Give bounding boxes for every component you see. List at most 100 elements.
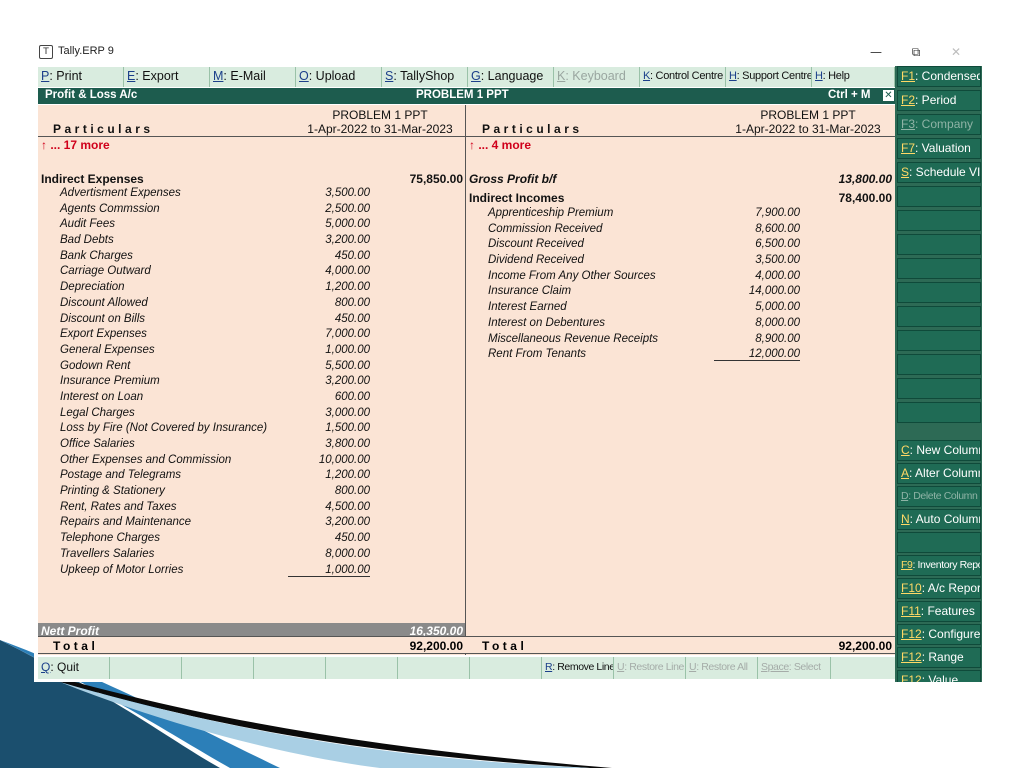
panel-f9-inventory-reports[interactable]: F9: Inventory Reports [897,555,981,576]
left-more-indicator[interactable]: ↑ ... 17 more [41,138,110,152]
panel-s-schedule-vi[interactable]: S: Schedule VI [897,162,981,183]
income-row[interactable]: Dividend Received 3,500.00 [488,254,800,270]
expense-row[interactable]: Depreciation 1,200.00 [60,281,370,297]
expense-row[interactable]: Export Expenses 7,000.00 [60,328,370,344]
panel-label: : Inventory Reports [912,559,980,571]
menu-e-mail[interactable]: M: E-Mail [210,67,296,87]
close-window-button[interactable]: ✕ [936,42,976,62]
restore-all-button[interactable]: U: Restore All [686,657,758,679]
expense-row[interactable]: Agents Commssion 2,500.00 [60,203,370,219]
right-more-indicator[interactable]: ↑ ... 4 more [469,138,531,152]
panel-shortcut-key: C [901,443,910,457]
income-row[interactable]: Commission Received 8,600.00 [488,223,800,239]
panel-shortcut-key: F10 [901,581,922,595]
menu-support-centre[interactable]: H: Support Centre [726,67,812,87]
income-row[interactable]: Interest on Debentures 8,000.00 [488,317,800,333]
expense-row[interactable]: Loss by Fire (Not Covered by Insurance) 1… [60,422,370,438]
panel-f2-period[interactable]: F2: Period [897,90,981,111]
panel-blank-8 [897,354,981,375]
expense-amount: 1,500.00 [325,422,370,435]
bottom-blank-2 [182,657,254,679]
restore-button[interactable]: ⧉ [896,42,936,62]
expense-amount: 1,200.00 [325,469,370,482]
indirect-expenses-total: 75,850.00 [409,172,463,186]
panel-f3-company[interactable]: F3: Company [897,114,981,135]
panel-blank-5 [897,282,981,303]
panel-d-delete-column[interactable]: D: Delete Column [897,486,981,507]
expense-row[interactable]: Carriage Outward 4,000.00 [60,265,370,281]
expense-row[interactable]: General Expenses 1,000.00 [60,344,370,360]
income-row[interactable]: Rent From Tenants 12,000.00 [488,348,800,364]
income-name: Dividend Received [488,254,584,267]
expense-row[interactable]: Bank Charges 450.00 [60,250,370,266]
panel-label: : Value [921,673,959,682]
menu-upload[interactable]: O: Upload [296,67,382,87]
income-row[interactable]: Insurance Claim 14,000.00 [488,285,800,301]
income-amount: 12,000.00 [714,348,800,362]
expense-row[interactable]: Insurance Premium 3,200.00 [60,375,370,391]
panel-shortcut-key: F2 [901,93,916,107]
expense-row[interactable]: Godown Rent 5,500.00 [60,360,370,376]
menu-control-centre[interactable]: K: Control Centre [640,67,726,87]
quit-button[interactable]: Q: Quit [38,657,110,679]
panel-a-alter-column[interactable]: A: Alter Column [897,463,981,484]
gross-profit-label[interactable]: Gross Profit b/f [469,172,556,186]
indirect-expenses-group[interactable]: Indirect Expenses [41,172,144,186]
menu-help[interactable]: H: Help [812,67,895,87]
income-row[interactable]: Apprenticeship Premium 7,900.00 [488,207,800,223]
panel-f12-range[interactable]: F12: Range [897,647,981,668]
expense-name: Upkeep of Motor Lorries [60,563,184,576]
expense-row[interactable]: Travellers Salaries 8,000.00 [60,548,370,564]
expense-row[interactable]: Telephone Charges 450.00 [60,532,370,548]
menu-language[interactable]: G: Language [468,67,554,87]
expense-row[interactable]: Office Salaries 3,800.00 [60,438,370,454]
panel-f10-a-c-reports[interactable]: F10: A/c Reports [897,578,981,599]
expense-row[interactable]: Other Expenses and Commission 10,000.00 [60,454,370,470]
menu-keyboard[interactable]: K: Keyboard [554,67,640,87]
panel-f12-value[interactable]: F12: Value [897,670,981,682]
income-row[interactable]: Discount Received 6,500.00 [488,238,800,254]
minimize-button[interactable]: — [856,42,896,62]
remove-line-button[interactable]: R: Remove Line [542,657,614,679]
panel-f11-features[interactable]: F11: Features [897,601,981,622]
expense-name: Travellers Salaries [60,547,155,560]
indirect-incomes-group[interactable]: Indirect Incomes [469,191,564,205]
panel-blank-11 [897,532,981,553]
panel-label: : Range [921,650,964,664]
expense-row[interactable]: Postage and Telegrams 1,200.00 [60,469,370,485]
company-name: PROBLEM 1 PPT [416,89,509,101]
expense-amount: 450.00 [334,249,370,262]
income-amount: 3,500.00 [755,254,800,267]
expense-row[interactable]: Repairs and Maintenance 3,200.00 [60,516,370,532]
expense-row[interactable]: Upkeep of Motor Lorries 1,000.00 [60,564,370,580]
expense-row[interactable]: Printing & Stationery 800.00 [60,485,370,501]
income-row[interactable]: Miscellaneous Revenue Receipts 8,900.00 [488,333,800,349]
panel-f12-configure[interactable]: F12: Configure [897,624,981,645]
income-amount: 8,600.00 [755,222,800,235]
income-amount: 5,000.00 [755,301,800,314]
menu-export[interactable]: E: Export [124,67,210,87]
expense-row[interactable]: Advertisment Expenses 3,500.00 [60,187,370,203]
restore-line-button[interactable]: U: Restore Line [614,657,686,679]
expense-row[interactable]: Discount on Bills 450.00 [60,313,370,329]
panel-c-new-column[interactable]: C: New Column [897,440,981,461]
menu-shortcut-key: H [815,70,823,82]
expense-row[interactable]: Legal Charges 3,000.00 [60,407,370,423]
income-name: Interest Earned [488,301,567,314]
tally-app-icon: T [39,45,53,59]
close-report-icon[interactable]: ✕ [883,90,894,101]
panel-n-auto-column[interactable]: N: Auto Column [897,509,981,530]
income-row[interactable]: Interest Earned 5,000.00 [488,301,800,317]
expense-row[interactable]: Discount Allowed 800.00 [60,297,370,313]
expense-row[interactable]: Interest on Loan 600.00 [60,391,370,407]
panel-f7-valuation[interactable]: F7: Valuation [897,138,981,159]
menu-print[interactable]: P: Print [38,67,124,87]
menu-tallyshop[interactable]: S: TallyShop [382,67,468,87]
expense-row[interactable]: Audit Fees 5,000.00 [60,218,370,234]
expense-row[interactable]: Bad Debts 3,200.00 [60,234,370,250]
panel-f1-condensed[interactable]: F1: Condensed [897,66,981,87]
expense-row[interactable]: Rent, Rates and Taxes 4,500.00 [60,501,370,517]
space-select-button[interactable]: Space: Select [758,657,831,679]
income-amount: 7,900.00 [755,207,800,219]
income-row[interactable]: Income From Any Other Sources 4,000.00 [488,270,800,286]
